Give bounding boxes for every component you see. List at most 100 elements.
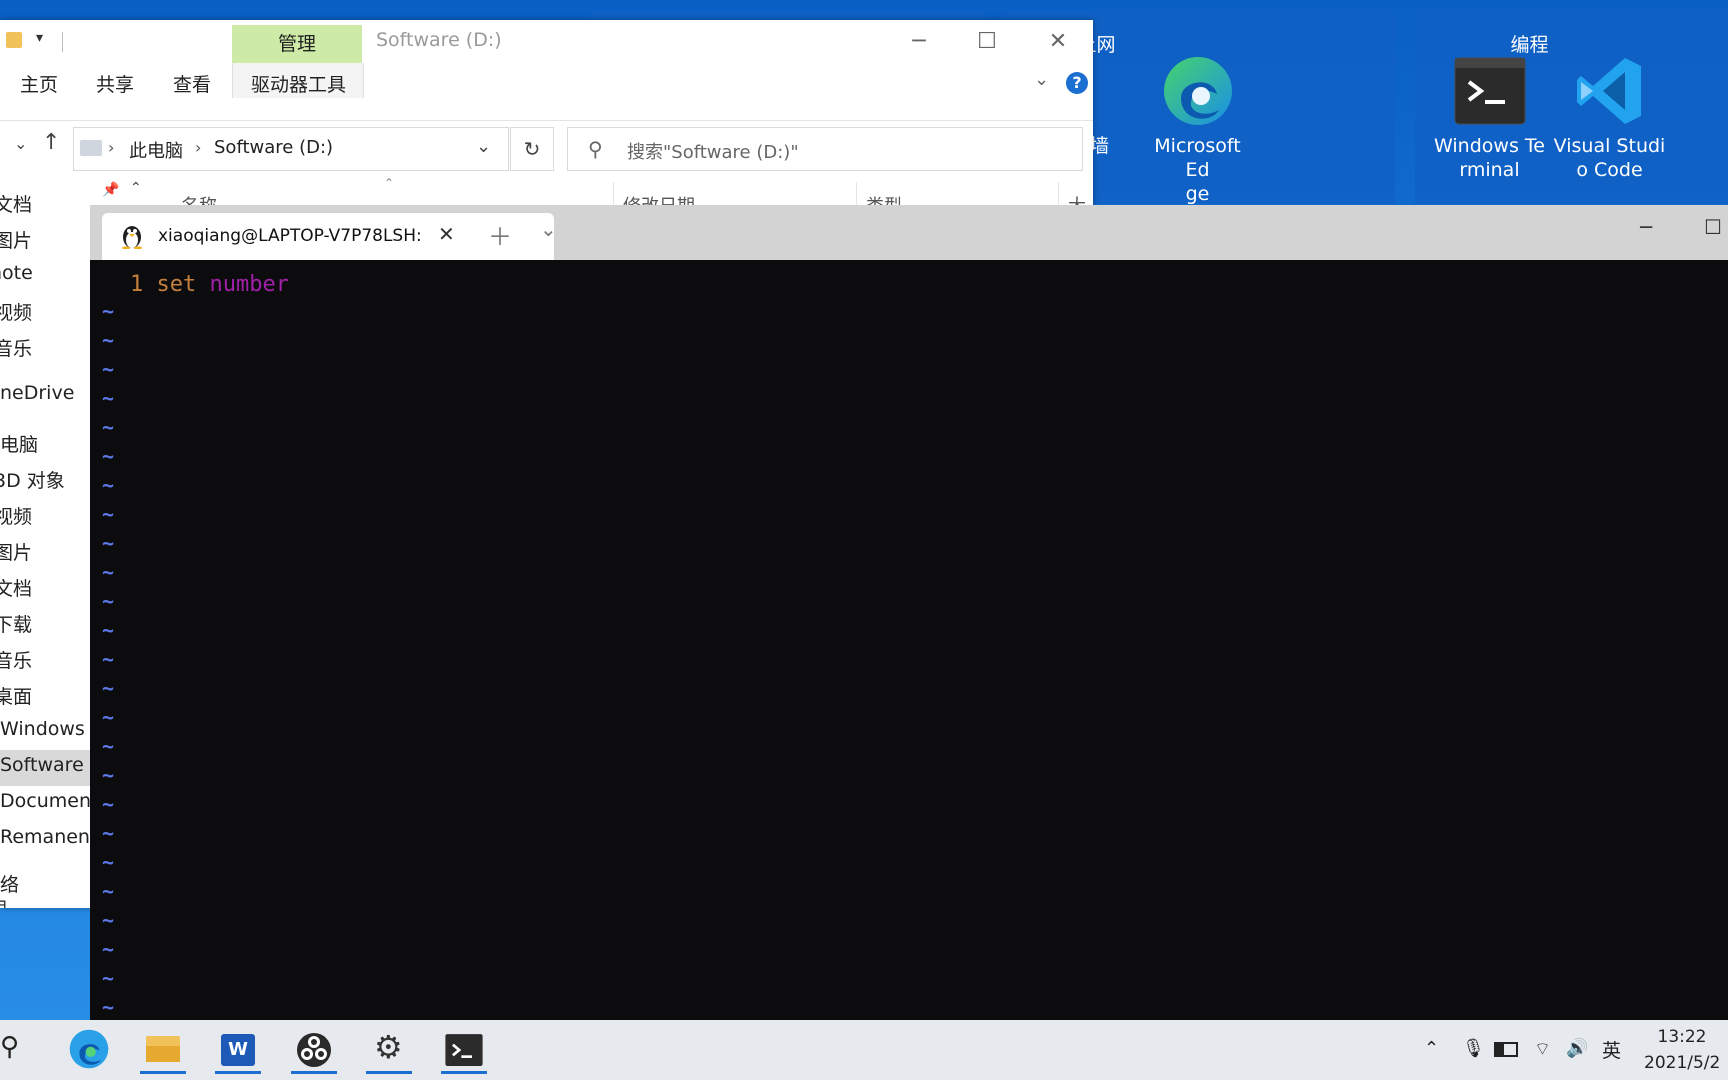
nav-item[interactable]: 视频 bbox=[0, 298, 32, 325]
vim-keyword: set bbox=[156, 272, 197, 297]
breadcrumb-this-pc[interactable]: 此电脑 bbox=[129, 137, 183, 163]
desktop-icon-terminal[interactable]: Windows Te rminal bbox=[1432, 54, 1547, 182]
empty-line-tilde: ~ bbox=[102, 734, 115, 758]
minimize-button[interactable]: ─ bbox=[887, 24, 951, 60]
nav-item[interactable]: 音乐 bbox=[0, 334, 32, 361]
terminal-minimize-button[interactable]: ─ bbox=[1640, 215, 1652, 239]
empty-line-tilde: ~ bbox=[102, 908, 115, 932]
quick-access-dropdown-icon[interactable]: ▾ bbox=[36, 30, 43, 46]
desktop-icon-vscode[interactable]: Visual Studi o Code bbox=[1552, 54, 1667, 182]
breadcrumb-separator-icon: › bbox=[108, 138, 115, 157]
terminal-icon bbox=[1453, 54, 1527, 128]
terminal-icon bbox=[445, 1034, 483, 1066]
terminal-maximize-button[interactable]: ☐ bbox=[1704, 215, 1722, 239]
refresh-icon: ↻ bbox=[523, 137, 541, 161]
nav-item[interactable]: 目 bbox=[0, 894, 8, 908]
nav-item[interactable]: 视频 bbox=[0, 502, 32, 529]
battery-icon[interactable] bbox=[1494, 1038, 1518, 1057]
show-hidden-icons[interactable]: ⌃ bbox=[1424, 1038, 1439, 1059]
manage-context-tab[interactable]: 管理 bbox=[232, 25, 362, 63]
empty-line-tilde: ~ bbox=[102, 850, 115, 874]
input-method-indicator[interactable]: 英 bbox=[1602, 1036, 1621, 1063]
empty-line-tilde: ~ bbox=[102, 763, 115, 787]
empty-line-tilde: ~ bbox=[102, 299, 115, 323]
empty-line-tilde: ~ bbox=[102, 705, 115, 729]
empty-line-tilde: ~ bbox=[102, 821, 115, 845]
tab-drive-tools[interactable]: 驱动器工具 bbox=[251, 70, 346, 97]
taskbar-obs[interactable] bbox=[287, 1026, 341, 1074]
volume-icon[interactable]: 🔊 bbox=[1566, 1038, 1588, 1059]
nav-item[interactable]: 图片 bbox=[0, 538, 32, 565]
vscode-label: Visual Studi o Code bbox=[1553, 135, 1666, 181]
nav-item[interactable]: 3D 对象 bbox=[0, 466, 65, 493]
search-icon[interactable]: ⚲ bbox=[0, 1032, 19, 1062]
recent-locations-icon[interactable]: ⌄ bbox=[14, 134, 27, 153]
empty-line-tilde: ~ bbox=[102, 995, 115, 1019]
wifi-icon[interactable]: ⌔ bbox=[1534, 1038, 1551, 1061]
up-arrow-icon[interactable]: ↑ bbox=[42, 130, 60, 155]
vim-editor[interactable]: 1 set number ~ ~ ~ ~ ~ ~ ~ ~ ~ ~ ~ ~ ~ ~ ~ ~ ~ ~ ~ ~ ~ ~ ~ ~ ~ bbox=[90, 260, 1728, 1020]
edge-icon bbox=[1161, 54, 1235, 128]
close-button[interactable]: ✕ bbox=[1026, 24, 1090, 60]
search-input[interactable]: 搜索"Software (D:)" bbox=[627, 138, 799, 164]
active-indicator bbox=[291, 1071, 337, 1074]
ribbon-expand-icon[interactable]: ⌄ bbox=[1034, 69, 1049, 90]
nav-item[interactable]: 音乐 bbox=[0, 646, 32, 673]
tab-close-icon[interactable]: ✕ bbox=[438, 222, 455, 246]
address-dropdown-icon[interactable]: ⌄ bbox=[476, 136, 491, 157]
nav-item[interactable]: 文档 bbox=[0, 190, 32, 217]
tab-view[interactable]: 查看 bbox=[173, 70, 211, 97]
nav-scroll-up-icon[interactable]: ⌃ bbox=[130, 180, 142, 196]
taskbar-edge[interactable] bbox=[62, 1026, 116, 1074]
new-tab-button[interactable]: ＋ bbox=[488, 217, 512, 252]
nav-item[interactable]: 文档 bbox=[0, 574, 32, 601]
explorer-titlebar[interactable]: ▾ 管理 Software (D:) ─ ☐ ✕ bbox=[0, 20, 1093, 63]
nav-item[interactable]: 图片 bbox=[0, 226, 32, 253]
taskbar-terminal[interactable] bbox=[437, 1026, 491, 1074]
active-indicator bbox=[366, 1071, 412, 1074]
clock[interactable]: 13:22 2021/5/2 bbox=[1636, 1024, 1728, 1076]
folder-icon bbox=[6, 32, 22, 48]
taskbar: ⚲ W ⚙ ⌃ 🎙 ⌔ 🔊 英 13:22 2021/5/2 bbox=[0, 1020, 1728, 1080]
nav-item[interactable]: 络 bbox=[0, 870, 19, 897]
tab-share[interactable]: 共享 bbox=[96, 70, 134, 97]
help-icon[interactable]: ? bbox=[1066, 72, 1088, 94]
nav-item[interactable]: 下载 bbox=[0, 610, 32, 637]
taskbar-settings[interactable]: ⚙ bbox=[362, 1026, 416, 1074]
active-indicator bbox=[215, 1071, 261, 1074]
empty-line-tilde: ~ bbox=[102, 676, 115, 700]
empty-line-tilde: ~ bbox=[102, 792, 115, 816]
obs-icon bbox=[297, 1033, 331, 1067]
taskbar-file-explorer[interactable] bbox=[136, 1026, 190, 1074]
empty-line-tilde: ~ bbox=[102, 328, 115, 352]
ribbon-tabs: 主页 共享 查看 驱动器工具 ⌄ ? bbox=[0, 63, 1093, 121]
nav-item[interactable]: note bbox=[0, 262, 33, 284]
tab-home[interactable]: 主页 bbox=[20, 70, 58, 97]
tab-dropdown-icon[interactable]: ⌄ bbox=[540, 217, 557, 241]
clock-time: 13:22 bbox=[1657, 1027, 1707, 1047]
empty-line-tilde: ~ bbox=[102, 415, 115, 439]
search-box[interactable]: ⚲ 搜索"Software (D:)" bbox=[567, 127, 1083, 171]
linux-penguin-icon bbox=[120, 223, 144, 253]
battery-level bbox=[1496, 1044, 1504, 1055]
pin-icon[interactable]: 📌 bbox=[102, 182, 119, 198]
microphone-icon[interactable]: 🎙 bbox=[1462, 1038, 1485, 1059]
refresh-button[interactable]: ↻ bbox=[510, 127, 554, 171]
breadcrumb-software[interactable]: Software (D:) bbox=[214, 137, 333, 158]
edge-icon bbox=[69, 1029, 109, 1069]
desktop-icon-edge[interactable]: Microsoft Ed ge bbox=[1140, 54, 1255, 206]
fence-left-partial bbox=[590, 10, 985, 20]
terminal-tab-bar[interactable]: xiaoqiang@LAPTOP-V7P78LSH: ✕ ＋ ⌄ ─ ☐ bbox=[90, 205, 1728, 260]
vim-option: number bbox=[209, 272, 289, 297]
battery-shape bbox=[1494, 1042, 1518, 1057]
editor-line-1: 1 set number bbox=[130, 272, 289, 297]
maximize-button[interactable]: ☐ bbox=[955, 24, 1019, 60]
window-title: Software (D:) bbox=[376, 29, 502, 51]
taskbar-word[interactable]: W bbox=[211, 1026, 265, 1074]
nav-item[interactable]: neDrive bbox=[0, 382, 74, 404]
nav-item[interactable]: 电脑 bbox=[0, 430, 38, 457]
address-bar[interactable]: › 此电脑 › Software (D:) ⌄ bbox=[73, 127, 509, 171]
empty-line-tilde: ~ bbox=[102, 589, 115, 613]
nav-item[interactable]: 桌面 bbox=[0, 682, 32, 709]
terminal-tab[interactable]: xiaoqiang@LAPTOP-V7P78LSH: ✕ bbox=[102, 213, 554, 260]
